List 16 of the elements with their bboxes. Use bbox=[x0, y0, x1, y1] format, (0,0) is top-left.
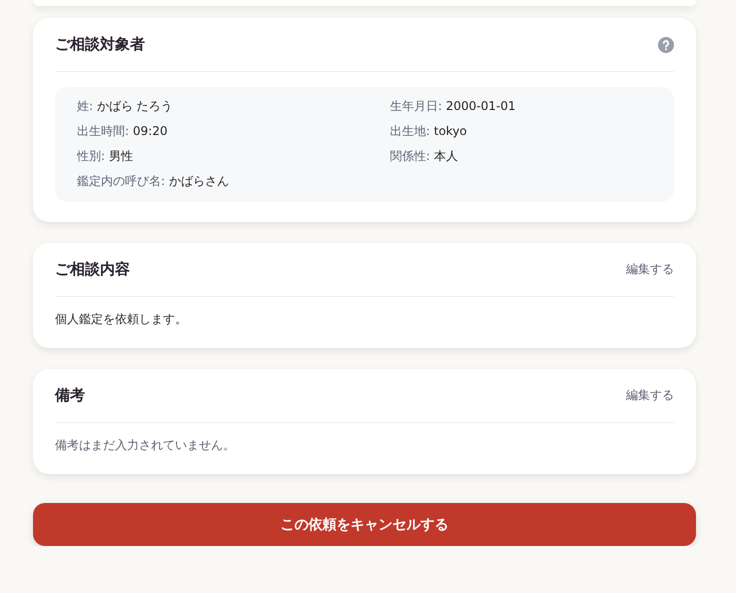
detail-item: 性別: 男性 bbox=[77, 148, 134, 165]
detail-item: 姓: かばら たろう bbox=[77, 98, 174, 115]
detail-item: 出生地: tokyo bbox=[390, 123, 468, 140]
detail-item: 生年月日: 2000-01-01 bbox=[390, 98, 517, 115]
cancel-button[interactable]: この依頼をキャンセルする bbox=[33, 503, 696, 546]
section-text: 個人鑑定を依頼します。 bbox=[55, 311, 188, 328]
detail-item: 出生時間: 09:20 bbox=[77, 123, 168, 140]
edit-link[interactable]: 編集する bbox=[626, 261, 674, 278]
detail-item: 関係性: 本人 bbox=[390, 148, 459, 165]
detail-item: 鑑定内の呼び名: かばらさん bbox=[77, 173, 230, 190]
help-icon[interactable] bbox=[658, 36, 674, 52]
section-title: ご相談対象者 bbox=[55, 35, 145, 54]
section-title: ご相談内容 bbox=[55, 260, 130, 279]
section-title: 備考 bbox=[55, 386, 85, 405]
section-text: 備考はまだ入力されていません。 bbox=[55, 437, 236, 454]
edit-link[interactable]: 編集する bbox=[626, 387, 674, 404]
